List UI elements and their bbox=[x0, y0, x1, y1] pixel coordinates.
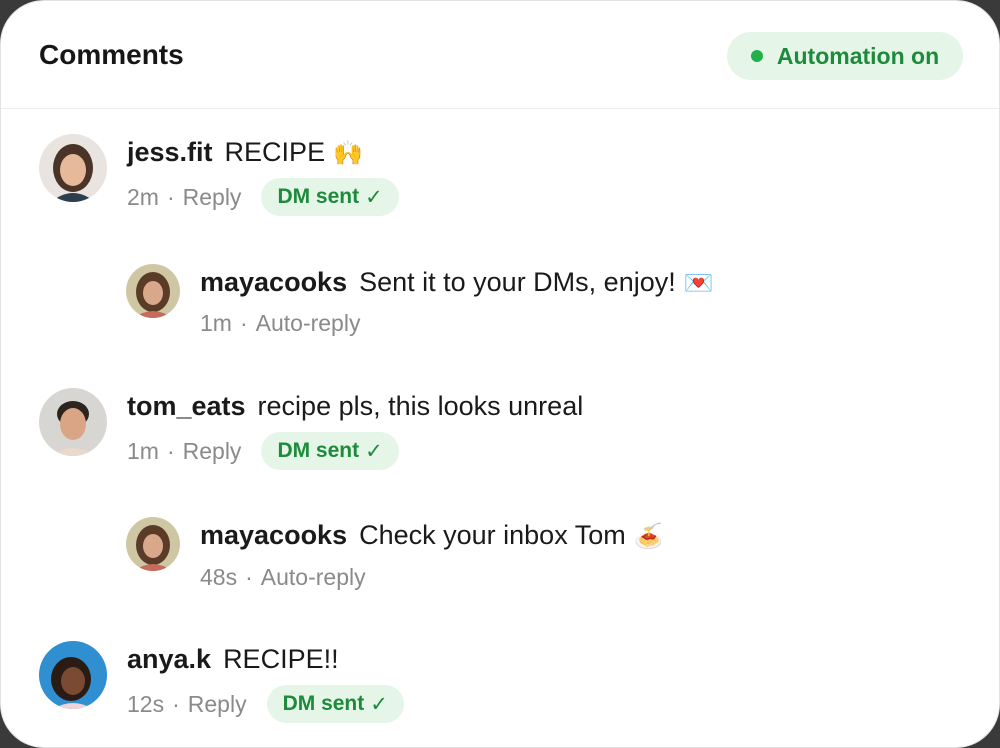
status-dot-icon bbox=[750, 50, 763, 62]
auto-reply-label: Auto-reply bbox=[255, 310, 361, 336]
comment-text: RECIPE bbox=[224, 137, 326, 167]
comments-panel: Comments Automation on jess.fit RECIPE 🙌 2… bbox=[0, 0, 1000, 748]
comment-username[interactable]: mayacooks bbox=[200, 520, 347, 550]
reply-link[interactable]: Reply bbox=[183, 438, 242, 465]
meta-separator: · bbox=[166, 437, 175, 464]
comment-time: 48s bbox=[200, 564, 238, 590]
checkmark-icon: ✓ bbox=[370, 692, 388, 716]
avatar[interactable] bbox=[39, 388, 107, 456]
checkmark-icon: ✓ bbox=[365, 439, 383, 463]
page-title: Comments bbox=[39, 39, 184, 70]
meta-separator: · bbox=[172, 690, 180, 717]
dm-sent-label: DM sent bbox=[277, 185, 360, 208]
comment-text: recipe pls, this looks unreal bbox=[257, 391, 584, 421]
comment-text: Sent it to your DMs, enjoy! bbox=[359, 267, 676, 297]
comment-text: Check your inbox Tom bbox=[359, 520, 626, 550]
avatar[interactable] bbox=[39, 641, 107, 709]
spaghetti-icon: 🍝 bbox=[633, 523, 664, 550]
raised-hands-icon: 🙌 bbox=[333, 140, 363, 167]
comment-username[interactable]: tom_eats bbox=[127, 391, 246, 421]
automation-status-toggle[interactable]: Automation on bbox=[727, 32, 963, 80]
meta-separator: · bbox=[239, 310, 248, 336]
dm-sent-badge: DM sent ✓ bbox=[266, 685, 404, 723]
reply-link[interactable]: Reply bbox=[183, 184, 242, 211]
meta-separator: · bbox=[245, 564, 253, 590]
reply-link[interactable]: Reply bbox=[188, 691, 247, 718]
auto-reply-label: Auto-reply bbox=[260, 564, 366, 590]
avatar[interactable] bbox=[126, 517, 180, 571]
dm-sent-label: DM sent bbox=[282, 692, 365, 715]
avatar[interactable] bbox=[39, 134, 107, 202]
checkmark-icon: ✓ bbox=[365, 185, 383, 209]
automation-status-label: Automation on bbox=[776, 42, 940, 69]
comment-text: RECIPE!! bbox=[223, 644, 339, 674]
comment-time: 1m bbox=[127, 437, 159, 464]
comment-time: 12s bbox=[127, 690, 165, 717]
comment-time: 1m bbox=[200, 310, 232, 336]
love-letter-icon: 💌 bbox=[683, 270, 714, 297]
panel-header: Comments Automation on bbox=[1, 1, 999, 109]
comment-time: 2m bbox=[127, 183, 159, 210]
dm-sent-label: DM sent bbox=[277, 439, 360, 462]
dm-sent-badge: DM sent ✓ bbox=[261, 178, 399, 216]
avatar[interactable] bbox=[126, 264, 180, 318]
dm-sent-badge: DM sent ✓ bbox=[261, 432, 399, 470]
meta-separator: · bbox=[166, 183, 175, 210]
comment-username[interactable]: mayacooks bbox=[200, 267, 347, 297]
comment-username[interactable]: anya.k bbox=[127, 644, 211, 674]
comment-username[interactable]: jess.fit bbox=[127, 137, 213, 167]
